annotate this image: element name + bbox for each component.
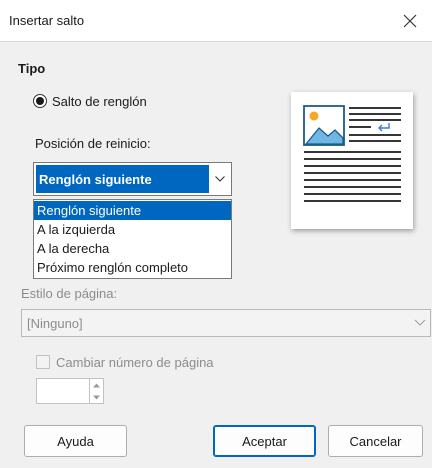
spinner-buttons bbox=[89, 379, 103, 403]
position-select-value: Renglón siguiente bbox=[36, 165, 209, 193]
page-number-spinner[interactable] bbox=[36, 378, 104, 404]
section-heading-tipo: Tipo bbox=[18, 61, 46, 76]
spinner-down-button[interactable] bbox=[90, 391, 103, 403]
dropdown-button[interactable] bbox=[211, 167, 229, 191]
dropdown-option[interactable]: A la izquierda bbox=[34, 220, 231, 239]
cancel-button[interactable]: Cancelar bbox=[328, 425, 423, 457]
chevron-down-icon bbox=[414, 316, 426, 333]
page-style-select[interactable]: [Ninguno] bbox=[21, 309, 431, 337]
title-bar: Insertar salto bbox=[0, 0, 432, 42]
position-label: Posición de reinicio: bbox=[35, 136, 151, 151]
radio-button[interactable] bbox=[33, 94, 47, 108]
arrow-up-icon bbox=[93, 383, 100, 387]
page-style-value: [Ninguno] bbox=[27, 316, 83, 331]
dropdown-option[interactable]: A la derecha bbox=[34, 239, 231, 258]
image-icon bbox=[303, 105, 401, 202]
change-page-number-label: Cambiar número de página bbox=[56, 354, 214, 370]
help-button[interactable]: Ayuda bbox=[24, 425, 127, 457]
dialog-title: Insertar salto bbox=[9, 13, 85, 28]
change-page-number-checkbox[interactable] bbox=[36, 355, 50, 369]
change-page-number-row[interactable]: Cambiar número de página bbox=[36, 353, 214, 371]
spinner-up-button[interactable] bbox=[90, 379, 103, 391]
position-dropdown-list: Renglón siguiente A la izquierda A la de… bbox=[33, 199, 232, 279]
dropdown-option[interactable]: Próximo renglón completo bbox=[34, 258, 231, 277]
radio-label: Salto de renglón bbox=[52, 93, 147, 109]
radio-line-break[interactable]: Salto de renglón bbox=[33, 92, 147, 110]
ok-button[interactable]: Aceptar bbox=[213, 425, 316, 457]
position-select[interactable]: Renglón siguiente bbox=[33, 162, 232, 196]
dropdown-option[interactable]: Renglón siguiente bbox=[34, 201, 231, 220]
chevron-down-icon bbox=[215, 176, 225, 182]
close-icon bbox=[403, 14, 417, 28]
preview-image bbox=[291, 92, 413, 229]
arrow-down-icon bbox=[93, 395, 100, 399]
close-button[interactable] bbox=[388, 0, 432, 42]
page-style-label: Estilo de página: bbox=[21, 286, 118, 301]
radio-dot bbox=[36, 97, 44, 105]
